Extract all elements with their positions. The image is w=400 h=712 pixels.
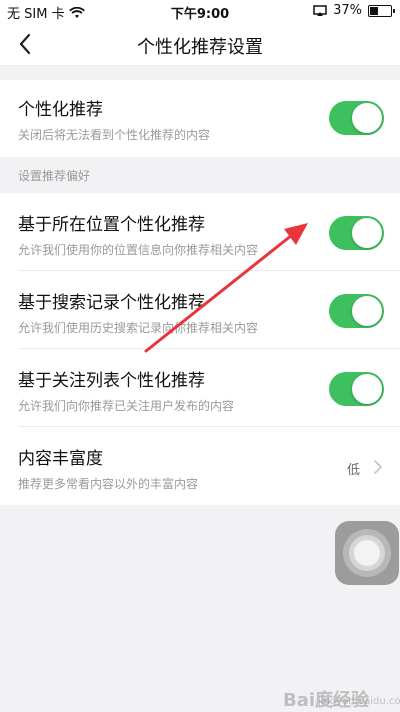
toggle-knob: [352, 218, 382, 248]
chevron-right-icon: [374, 460, 382, 474]
preference-label: 基于所在位置个性化推荐: [18, 215, 205, 235]
personalized-group: 个性化推荐 关闭后将无法看到个性化推荐的内容: [0, 80, 400, 157]
content-richness-desc: 推荐更多常看内容以外的丰富内容: [18, 477, 199, 491]
toggle-knob: [352, 103, 382, 133]
preference-desc: 允许我们使用历史搜索记录向你推荐相关内容: [18, 321, 259, 335]
screen-mirroring-icon: [313, 4, 327, 16]
status-bar: 无 SIM 卡 下午9:00 37%: [0, 0, 400, 22]
following-list-toggle[interactable]: [329, 372, 384, 406]
location-toggle[interactable]: [329, 216, 384, 250]
preferences-group: 基于所在位置个性化推荐 允许我们使用你的位置信息向你推荐相关内容 基于搜索记录个…: [0, 193, 400, 505]
personalized-desc: 关闭后将无法看到个性化推荐的内容: [18, 128, 211, 142]
personalized-label: 个性化推荐: [18, 100, 103, 120]
toggle-knob: [352, 296, 382, 326]
preference-desc: 允许我们向你推荐已关注用户发布的内容: [18, 399, 235, 413]
watermark-url: jingyan.baidu.com: [318, 696, 400, 707]
nav-bar: 个性化推荐设置: [0, 22, 400, 66]
search-history-toggle[interactable]: [329, 294, 384, 328]
toggle-knob: [352, 374, 382, 404]
assistive-ring-inner: [354, 540, 380, 566]
section-header: 设置推荐偏好: [18, 169, 91, 183]
preference-row-location: 基于所在位置个性化推荐 允许我们使用你的位置信息向你推荐相关内容: [0, 193, 400, 271]
battery-fill: [370, 6, 379, 15]
content-richness-row[interactable]: 内容丰富度 推荐更多常看内容以外的丰富内容 低: [0, 427, 400, 505]
battery-icon: [368, 4, 395, 17]
preference-row-search: 基于搜索记录个性化推荐 允许我们使用历史搜索记录向你推荐相关内容: [0, 271, 400, 349]
assistive-touch-button[interactable]: [335, 521, 399, 585]
preference-desc: 允许我们使用你的位置信息向你推荐相关内容: [18, 243, 259, 257]
personalized-row: 个性化推荐 关闭后将无法看到个性化推荐的内容: [0, 80, 400, 157]
battery-percent: 37%: [333, 3, 362, 18]
content-richness-label: 内容丰富度: [18, 449, 103, 469]
preference-row-following: 基于关注列表个性化推荐 允许我们向你推荐已关注用户发布的内容: [0, 349, 400, 427]
personalized-toggle[interactable]: [329, 101, 384, 135]
page-title: 个性化推荐设置: [137, 37, 263, 58]
status-right: 37%: [313, 3, 395, 18]
preference-label: 基于搜索记录个性化推荐: [18, 293, 205, 313]
preference-label: 基于关注列表个性化推荐: [18, 371, 205, 391]
content-richness-value: 低: [346, 463, 360, 478]
